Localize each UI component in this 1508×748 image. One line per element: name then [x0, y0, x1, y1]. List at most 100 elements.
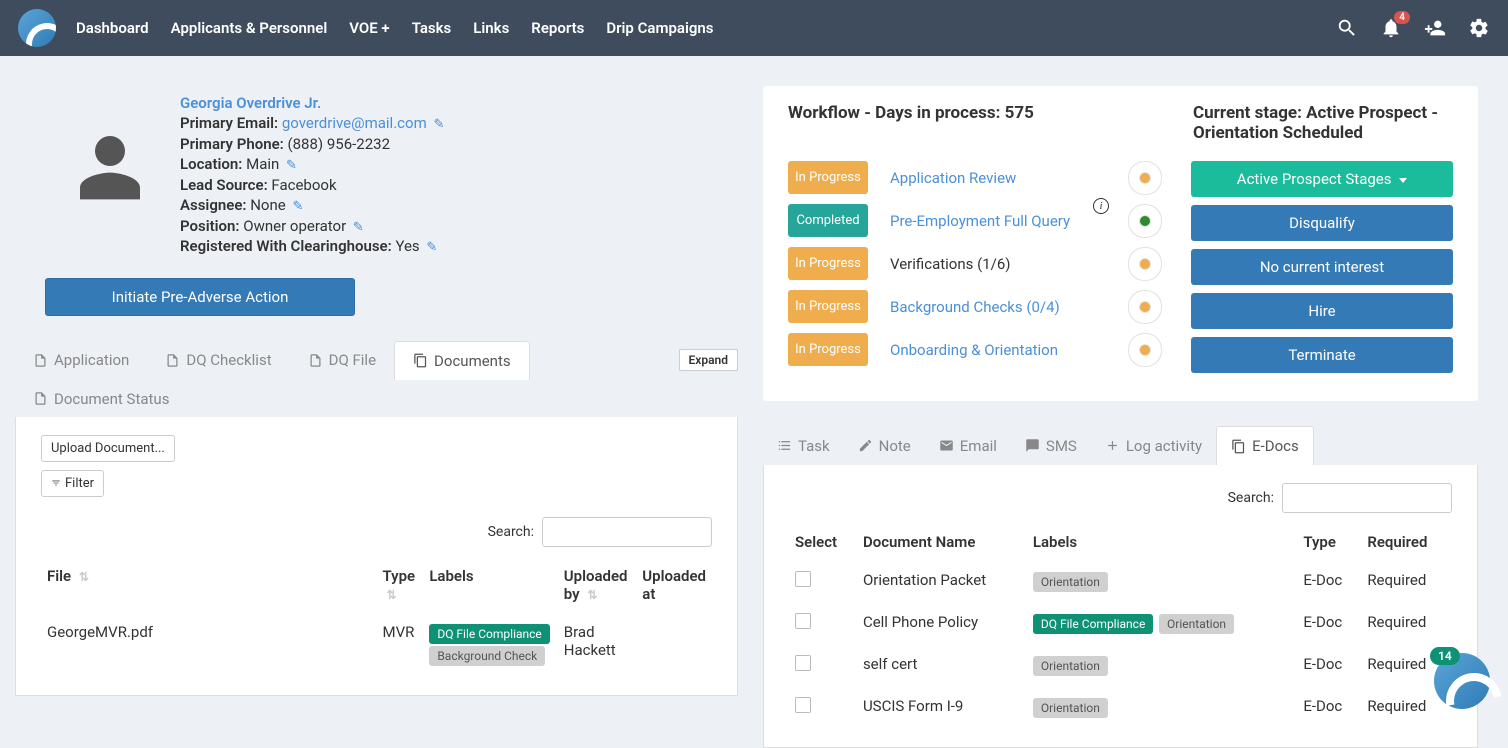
doc-col-file[interactable]: File ⇅ [41, 557, 377, 613]
edit-email-icon[interactable]: ✎ [433, 117, 444, 132]
workflow-step-link[interactable]: Application Review [890, 169, 1117, 187]
doc-col-uploaded-by[interactable]: Uploadedby ⇅ [558, 557, 637, 613]
workflow-step: CompletedPre-Employment Full Queryi [788, 204, 1151, 237]
edoc-required: Required [1361, 603, 1452, 645]
edit-assignee-icon[interactable]: ✎ [292, 199, 303, 214]
pre-adverse-button[interactable]: Initiate Pre-Adverse Action [45, 278, 355, 316]
info-icon[interactable]: i [1093, 198, 1109, 214]
label-pill: Background Check [429, 646, 545, 666]
help-badge: 14 [1430, 647, 1460, 665]
doc-col-labels: Labels [423, 557, 557, 613]
edit-reg-icon[interactable]: ✎ [426, 240, 437, 255]
bell-icon[interactable]: 4 [1380, 17, 1402, 39]
tab-application[interactable]: Application [15, 341, 147, 379]
workflow-dot [1139, 215, 1151, 227]
tab-document-status[interactable]: Document Status [15, 380, 187, 418]
tab-documents[interactable]: Documents [394, 341, 530, 380]
workflow-step-link[interactable]: Background Checks (0/4) [890, 298, 1117, 316]
doc-search-label: Search: [488, 524, 534, 540]
edoc-name[interactable]: Cell Phone Policy [857, 603, 1027, 645]
tab-log-activity[interactable]: Log activity [1091, 427, 1216, 465]
edoc-name[interactable]: Orientation Packet [857, 561, 1027, 603]
doc-col-type[interactable]: Type ⇅ [377, 557, 424, 613]
reg-label: Registered With Clearinghouse: [180, 237, 392, 255]
profile-name[interactable]: Georgia Overdrive Jr. [180, 94, 444, 112]
tab-dq-checklist[interactable]: DQ Checklist [147, 341, 289, 379]
location-value: Main [246, 155, 279, 173]
action-active-prospect-stages[interactable]: Active Prospect Stages [1191, 161, 1453, 197]
tab-note[interactable]: Note [844, 427, 925, 465]
search-icon[interactable] [1336, 17, 1358, 39]
edoc-col-required: Required [1361, 523, 1452, 561]
left-tabbar: ApplicationDQ ChecklistDQ FileDocuments E… [15, 341, 738, 380]
action-no-current-interest[interactable]: No current interest [1191, 249, 1453, 285]
nav-item-voe-[interactable]: VOE + [349, 19, 389, 37]
add-user-icon[interactable] [1424, 17, 1446, 39]
table-row: self certOrientationE-DocRequired [789, 645, 1452, 687]
workflow-step: In Progress Application Review [788, 161, 1151, 194]
label-pill: Orientation [1033, 656, 1108, 676]
edoc-name[interactable]: self cert [857, 645, 1027, 687]
edit-location-icon[interactable]: ✎ [286, 158, 297, 173]
avatar [70, 121, 150, 211]
reg-value: Yes [395, 237, 419, 255]
row-checkbox[interactable] [795, 697, 811, 713]
label-pill: Orientation [1159, 614, 1234, 634]
edoc-name[interactable]: USCIS Form I-9 [857, 687, 1027, 729]
location-label: Location: [180, 155, 242, 173]
topbar: Dashboard Applicants & Personnel VOE + Task… [0, 0, 1508, 56]
edoc-required: Required [1361, 561, 1452, 603]
row-checkbox[interactable] [795, 571, 811, 587]
tab-sms[interactable]: SMS [1011, 427, 1091, 465]
email-label: Primary Email: [180, 114, 278, 132]
position-value: Owner operator [243, 217, 346, 235]
email-link[interactable]: goverdrive@mail.com [282, 114, 427, 132]
documents-table: File ⇅Type ⇅LabelsUploadedby ⇅Uploadedat… [41, 557, 712, 677]
action-terminate[interactable]: Terminate [1191, 337, 1453, 373]
nav-item-links[interactable]: Links [473, 19, 509, 37]
app-logo[interactable] [18, 9, 56, 47]
expand-button[interactable]: Expand [679, 349, 739, 371]
edoc-type: E-Doc [1297, 561, 1361, 603]
action-disqualify[interactable]: Disqualify [1191, 205, 1453, 241]
workflow-status-badge: Completed [788, 204, 868, 237]
workflow-dot [1139, 172, 1151, 184]
nav-item-tasks[interactable]: Tasks [412, 19, 452, 37]
tab-email[interactable]: Email [925, 427, 1011, 465]
workflow-step-link[interactable]: Pre-Employment Full Query [890, 212, 1117, 230]
edoc-search-input[interactable] [1282, 483, 1452, 513]
edit-position-icon[interactable]: ✎ [353, 220, 364, 235]
tab-e-docs[interactable]: E-Docs [1216, 426, 1314, 465]
doc-search-input[interactable] [542, 517, 712, 547]
tab-task[interactable]: Task [763, 427, 844, 465]
upload-document-button[interactable]: Upload Document... [41, 435, 175, 462]
help-widget[interactable]: 14 [1434, 653, 1490, 709]
nav-item-applicants-personnel[interactable]: Applicants & Personnel [171, 19, 328, 37]
phone-label: Primary Phone: [180, 135, 284, 153]
action-hire[interactable]: Hire [1191, 293, 1453, 329]
row-checkbox[interactable] [795, 613, 811, 629]
workflow-dot [1139, 301, 1151, 313]
row-checkbox[interactable] [795, 655, 811, 671]
nav-item-reports[interactable]: Reports [531, 19, 584, 37]
profile-header: Georgia Overdrive Jr. Primary Email: gov… [15, 86, 738, 278]
workflow-status-badge: In Progress [788, 161, 868, 194]
nav-item-drip-campaigns[interactable]: Drip Campaigns [606, 19, 713, 37]
filter-button[interactable]: Filter [41, 470, 104, 497]
nav-item-dashboard[interactable]: Dashboard [76, 19, 149, 37]
workflow-step-link[interactable]: Onboarding & Orientation [890, 341, 1117, 359]
workflow-step: In ProgressVerifications (1/6) [788, 247, 1151, 280]
label-pill: DQ File Compliance [429, 624, 549, 644]
label-pill: DQ File Compliance [1033, 614, 1153, 634]
file-name[interactable]: GeorgeMVR.pdf [41, 613, 377, 677]
gear-icon[interactable] [1468, 17, 1490, 39]
stage-title: Current stage: Active Prospect - Orienta… [1193, 103, 1453, 143]
doc-col-uploaded-at: Uploadedat [636, 557, 712, 613]
notif-badge: 4 [1394, 11, 1410, 24]
tab-dq-file[interactable]: DQ File [290, 341, 394, 379]
table-row: Orientation PacketOrientationE-DocRequir… [789, 561, 1452, 603]
uploaded-by: Brad Hackett [558, 613, 637, 677]
edoc-col-select: Select [789, 523, 857, 561]
workflow-status-badge: In Progress [788, 333, 868, 366]
right-tabbar: TaskNoteEmailSMSLog activityE-Docs [763, 426, 1478, 465]
